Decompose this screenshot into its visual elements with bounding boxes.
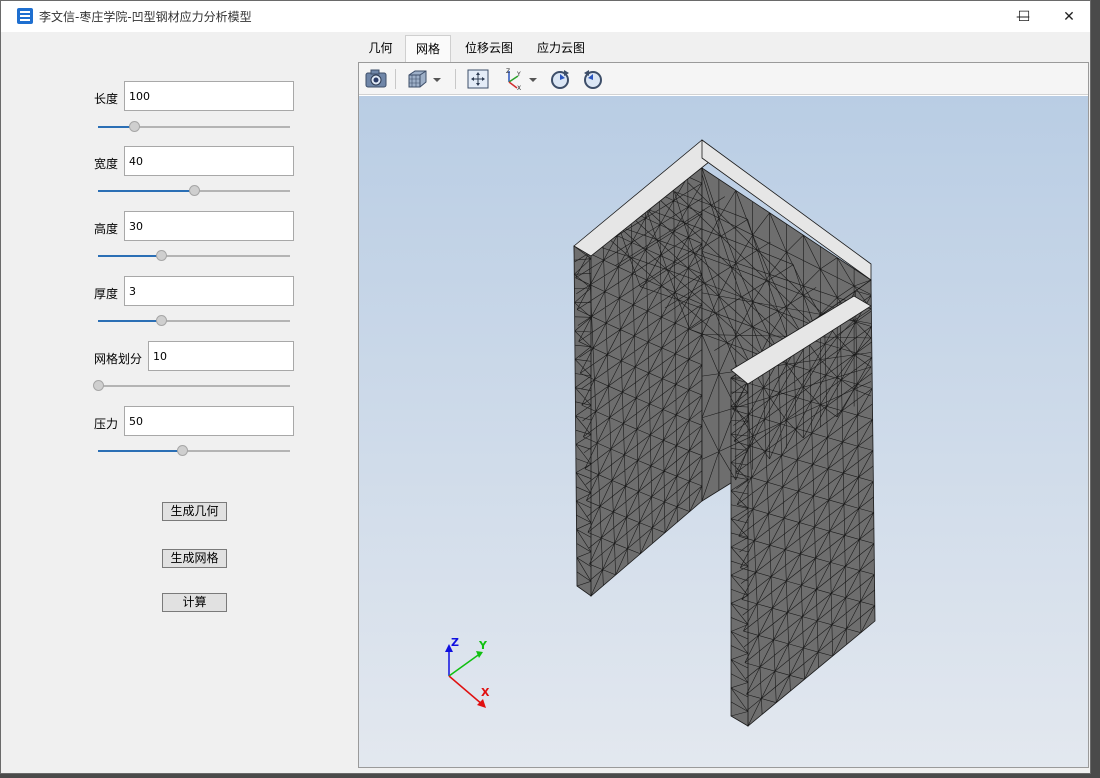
- length-input[interactable]: [124, 81, 294, 111]
- rotate-ccw-icon[interactable]: [580, 67, 606, 91]
- pressure-slider[interactable]: [98, 445, 290, 457]
- dropdown-arrow-icon[interactable]: [526, 67, 540, 91]
- mesh-division-input[interactable]: [148, 341, 294, 371]
- 3d-viewer: ZYX Z Y X: [358, 62, 1089, 768]
- maximize-button[interactable]: ☐: [1001, 1, 1047, 32]
- tab-stress[interactable]: 应力云图: [527, 35, 595, 62]
- mesh-division-slider[interactable]: [93, 380, 290, 392]
- slider-fill: [98, 255, 162, 257]
- z-axis-label: Z: [451, 636, 459, 649]
- app-window: 李文信-枣庄学院-凹型钢材应力分析模型 — ☐ ✕ 长度 宽度 高度: [0, 0, 1091, 774]
- thickness-slider[interactable]: [98, 315, 290, 327]
- axes-icon[interactable]: ZY X: [500, 67, 526, 92]
- slider-track: [98, 385, 290, 387]
- close-button[interactable]: ✕: [1046, 1, 1092, 32]
- generate-mesh-button[interactable]: 生成网格: [162, 549, 227, 568]
- camera-icon[interactable]: [363, 67, 389, 91]
- tab-geometry[interactable]: 几何: [358, 35, 403, 62]
- width-label: 宽度: [94, 157, 119, 171]
- pressure-input[interactable]: [124, 406, 294, 436]
- title-bar[interactable]: 李文信-枣庄学院-凹型钢材应力分析模型 — ☐ ✕: [1, 1, 1090, 32]
- svg-text:Y: Y: [516, 71, 521, 78]
- maximize-icon: ☐: [1017, 8, 1031, 25]
- y-axis-arrow: [476, 651, 483, 658]
- view-cube-icon[interactable]: [404, 67, 430, 91]
- slider-thumb[interactable]: [156, 250, 168, 261]
- rotate-cw-icon[interactable]: [547, 67, 573, 91]
- fit-all-icon[interactable]: [465, 67, 491, 91]
- slider-thumb[interactable]: [129, 121, 141, 132]
- tab-mesh[interactable]: 网格: [405, 35, 451, 62]
- toolbar-separator: [455, 69, 456, 89]
- x-axis: [448, 675, 484, 706]
- length-label: 长度: [94, 92, 119, 106]
- mesh-division-label: 网格划分: [94, 352, 143, 366]
- slider-thumb[interactable]: [177, 445, 189, 456]
- generate-geometry-button[interactable]: 生成几何: [162, 502, 227, 521]
- pressure-label: 压力: [94, 417, 119, 431]
- length-slider[interactable]: [98, 121, 290, 133]
- height-label: 高度: [94, 222, 119, 236]
- parameter-panel: 长度 宽度 高度 厚度 网格划分: [11, 33, 356, 769]
- y-axis: [448, 652, 482, 677]
- dropdown-arrow-icon[interactable]: [430, 67, 444, 91]
- thickness-input[interactable]: [124, 276, 294, 306]
- slider-thumb[interactable]: [189, 185, 200, 196]
- svg-text:Z: Z: [506, 68, 510, 75]
- width-input[interactable]: [124, 146, 294, 176]
- slider-thumb[interactable]: [156, 315, 168, 326]
- x-axis-label: X: [481, 686, 490, 699]
- height-input[interactable]: [124, 211, 294, 241]
- height-slider[interactable]: [98, 250, 290, 262]
- app-icon: [17, 8, 33, 24]
- compute-button[interactable]: 计算: [162, 593, 227, 612]
- axis-triad: Z Y X: [445, 636, 490, 708]
- slider-fill: [98, 320, 162, 322]
- slider-thumb[interactable]: [93, 380, 104, 391]
- y-axis-label: Y: [478, 639, 488, 652]
- close-icon: ✕: [1063, 8, 1075, 25]
- mesh-viewport[interactable]: Z Y X: [359, 96, 1088, 767]
- width-slider[interactable]: [98, 185, 290, 197]
- slider-fill: [98, 190, 194, 192]
- tab-displacement[interactable]: 位移云图: [455, 35, 523, 62]
- svg-text:X: X: [517, 85, 521, 91]
- thickness-label: 厚度: [94, 287, 119, 301]
- channel-steel-mesh: Z Y X: [445, 139, 876, 727]
- slider-fill: [98, 450, 183, 452]
- viewer-toolbar: ZY X: [359, 63, 1088, 95]
- toolbar-separator: [395, 69, 396, 89]
- window-title: 李文信-枣庄学院-凹型钢材应力分析模型: [39, 10, 252, 24]
- left-edge-face: [573, 243, 592, 597]
